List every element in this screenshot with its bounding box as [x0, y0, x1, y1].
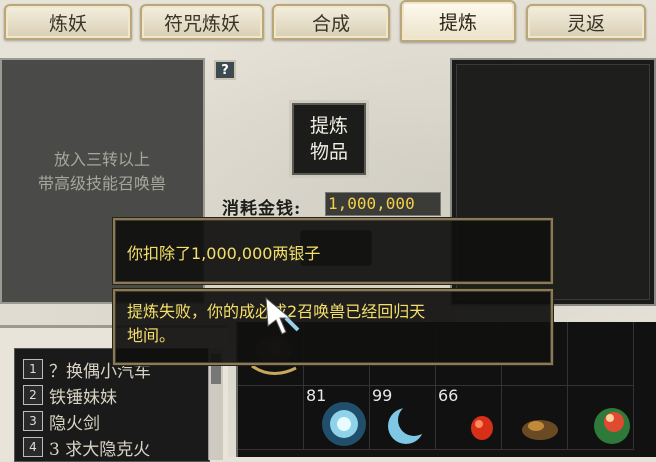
pet-list-item[interactable]: 2 铁锤妹妹: [23, 383, 117, 408]
inventory-cell[interactable]: [568, 386, 634, 450]
pet-list-number: 4: [23, 437, 43, 457]
hint-line-1: 放入三转以上: [53, 150, 150, 169]
brown-lump-icon: [522, 420, 558, 440]
item-level: 99: [372, 386, 393, 405]
pet-list-number: 2: [23, 385, 43, 405]
inventory-cell[interactable]: [238, 386, 304, 450]
pet-list-name: 3 求大隐克火: [49, 439, 151, 460]
tab-combine[interactable]: 合成: [272, 4, 390, 40]
green-red-orb-icon: [594, 408, 630, 444]
cost-label: 消耗金钱:: [222, 199, 302, 219]
tab-return[interactable]: 灵返: [526, 4, 646, 40]
help-button[interactable]: ?: [214, 60, 236, 80]
fail-message-line-1: 提炼失败，你的成必成2召唤兽已经回归天: [127, 300, 539, 324]
inventory-cell[interactable]: 81: [304, 386, 370, 450]
inventory-cell[interactable]: 99: [370, 386, 436, 450]
deduct-message-popup: 你扣除了1,000,000两银子: [113, 218, 553, 284]
fail-message-popup: 提炼失败，你的成必成2召唤兽已经回归天 地间。: [113, 289, 553, 365]
pet-list-number: 1: [23, 359, 43, 379]
item-slot-line-1: 提炼: [309, 115, 348, 137]
tab-extract[interactable]: 提炼: [400, 0, 516, 42]
tab-talisman-refine[interactable]: 符咒炼妖: [140, 4, 264, 40]
item-slot-line-2: 物品: [309, 141, 348, 163]
tab-bar: 炼妖 符咒炼妖 合成 提炼 灵返: [0, 0, 656, 44]
deduct-message-text: 你扣除了1,000,000两银子: [127, 244, 321, 263]
fail-message-line-2: 地间。: [127, 326, 176, 345]
tab-refine-demon[interactable]: 炼妖: [4, 4, 132, 40]
item-level: 66: [438, 386, 459, 405]
fail-message-part-1: 提炼失败，你的: [127, 302, 240, 321]
mouse-cursor-icon: [265, 296, 300, 335]
pet-drop-hint: 放入三转以上 带高级技能召唤兽: [2, 148, 202, 196]
pet-list-name: 隐火剑: [49, 413, 100, 434]
pet-list-number: 3: [23, 411, 43, 431]
inventory-cell[interactable]: [568, 322, 634, 386]
pet-list: 1 ？换偶小汽车 2 铁锤妹妹 3 隐火剑 4 3 求大隐克火: [14, 348, 210, 462]
cost-value: 1,000,000: [325, 192, 441, 216]
extract-item-slot[interactable]: 提炼 物品: [289, 100, 369, 178]
pet-list-item[interactable]: 3 隐火剑: [23, 409, 100, 434]
item-level: 81: [306, 386, 327, 405]
inventory-cell[interactable]: [502, 386, 568, 450]
pet-list-name: 铁锤妹妹: [49, 387, 117, 408]
inventory-cell[interactable]: 66: [436, 386, 502, 450]
pet-list-item[interactable]: 4 3 求大隐克火: [23, 435, 151, 460]
hint-line-2: 带高级技能召唤兽: [37, 174, 166, 193]
